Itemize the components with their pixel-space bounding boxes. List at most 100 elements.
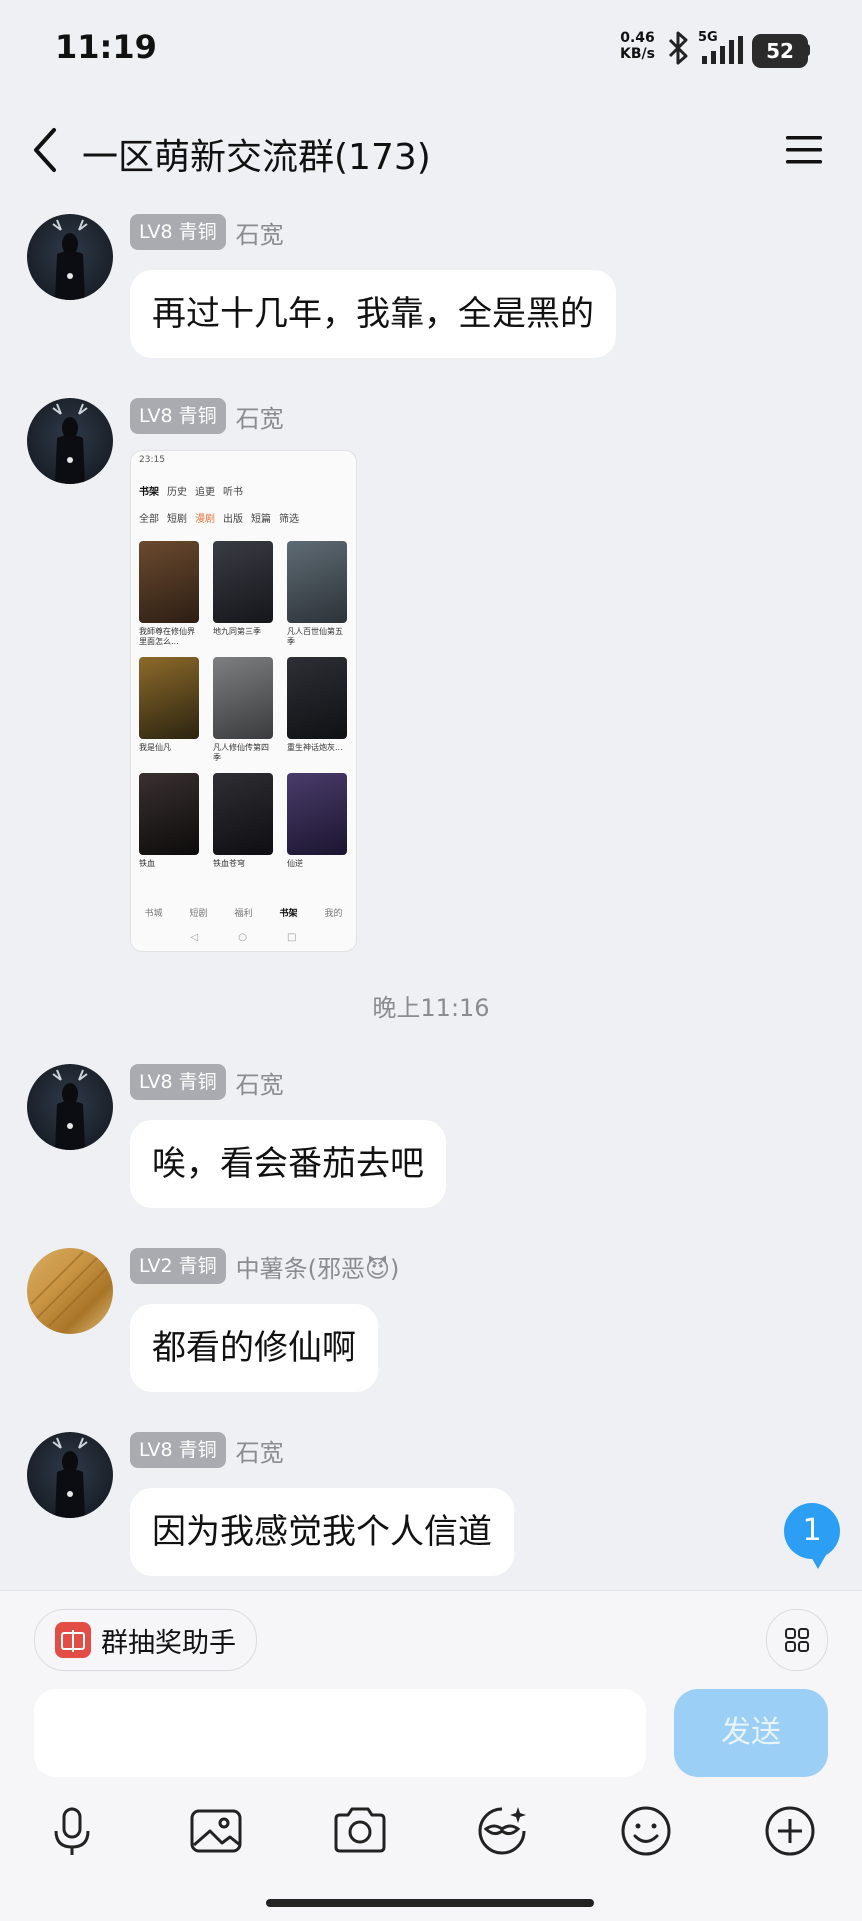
- grid-icon: [785, 1628, 809, 1652]
- message-bubble[interactable]: 唉，看会番茄去吧: [130, 1120, 446, 1208]
- avatar[interactable]: [27, 1432, 113, 1518]
- apps-grid-button[interactable]: [766, 1609, 828, 1671]
- book-title: 凡人百世仙第五季: [287, 627, 343, 646]
- preview-bottom-nav: 书城 短剧 福利 书架 我的: [131, 906, 356, 919]
- preview-filter: 漫剧: [195, 514, 215, 525]
- preview-book-grid: 我師尊在修仙界里面怎么... 地九同第三季 凡人百世仙第五季 我是仙凡 凡人修仙…: [131, 527, 356, 879]
- book-title: 凡人修仙传第四季: [213, 743, 269, 762]
- signal-icon: [702, 36, 743, 64]
- preview-nav-item: 我的: [324, 909, 343, 919]
- book-title: 重生神话炮灰...: [287, 743, 343, 752]
- preview-filter: 短篇: [251, 514, 271, 525]
- sticker-icon[interactable]: [472, 1801, 532, 1861]
- deer-avatar-image: [52, 219, 88, 300]
- lottery-assistant-label: 群抽奖助手: [101, 1627, 236, 1659]
- message-meta: LV8 青铜 石宽: [130, 214, 284, 250]
- preview-tab: 追更: [195, 487, 215, 498]
- book-title: 仙逆: [287, 859, 303, 868]
- preview-filter: 出版: [223, 514, 243, 525]
- emoji-icon[interactable]: [616, 1801, 676, 1861]
- image-icon[interactable]: [186, 1801, 246, 1861]
- sender-name[interactable]: 中薯条(邪恶😈): [236, 1249, 400, 1284]
- preview-book: 仙逆: [287, 773, 347, 879]
- bluetooth-icon: [668, 31, 688, 65]
- avatar[interactable]: [27, 1248, 113, 1334]
- sender-name[interactable]: 石宽: [236, 215, 284, 250]
- book-title: 地九同第三季: [213, 627, 261, 636]
- preview-filters: 全部 短剧 漫剧 出版 短篇 筛选: [131, 508, 356, 527]
- preview-book: 我是仙凡: [139, 657, 199, 763]
- message-input[interactable]: [34, 1689, 646, 1777]
- preview-nav-item: 书城: [144, 909, 163, 919]
- avatar[interactable]: [27, 398, 113, 484]
- book-cover: [139, 657, 199, 739]
- send-button[interactable]: 发送: [674, 1689, 828, 1777]
- lottery-assistant-button[interactable]: 群抽奖助手: [34, 1609, 257, 1671]
- preview-filter: 全部: [139, 514, 159, 525]
- preview-nav-item: 短剧: [189, 909, 208, 919]
- preview-book: 重生神话炮灰...: [287, 657, 347, 763]
- preview-book: 铁血: [139, 773, 199, 879]
- preview-filter: 短剧: [167, 514, 187, 525]
- message-bubble[interactable]: 因为我感觉我个人信道: [130, 1488, 514, 1576]
- image-message[interactable]: 23:15 书架 历史 追更 听书 全部 短剧 漫剧 出版 短篇 筛选 我師尊在…: [130, 450, 357, 952]
- camera-icon[interactable]: [330, 1801, 390, 1861]
- book-title: 铁血: [139, 859, 155, 868]
- preview-tab: 历史: [167, 487, 187, 498]
- back-triangle-icon: ◁: [190, 932, 199, 943]
- book-cover: [139, 541, 199, 623]
- preview-tab: 书架: [139, 487, 159, 498]
- level-badge: LV2 青铜: [130, 1248, 226, 1284]
- preview-tabs: 书架 历史 追更 听书: [131, 481, 356, 500]
- avatar[interactable]: [27, 1064, 113, 1150]
- home-indicator[interactable]: [266, 1899, 594, 1907]
- status-bar: 11:19 0.46 KB/s 5G 52: [0, 0, 862, 100]
- deer-avatar-image: [52, 403, 88, 484]
- deer-avatar-image: [52, 1069, 88, 1150]
- unread-count-badge[interactable]: 1: [784, 1503, 840, 1569]
- book-title: 我師尊在修仙界里面怎么...: [139, 627, 195, 646]
- book-title: 铁血苍穹: [213, 859, 245, 868]
- level-badge: LV8 青铜: [130, 1432, 226, 1468]
- preview-book: 地九同第三季: [213, 541, 273, 647]
- input-toolbar: [0, 1801, 862, 1871]
- message-bubble[interactable]: 再过十几年，我靠，全是黑的: [130, 270, 616, 358]
- preview-status-time: 23:15: [139, 455, 165, 465]
- message-meta: LV8 青铜 石宽: [130, 1432, 284, 1468]
- sender-name[interactable]: 石宽: [236, 1065, 284, 1100]
- book-cover: [213, 541, 273, 623]
- chat-header: 一区萌新交流群(173): [0, 110, 862, 190]
- microphone-icon[interactable]: [42, 1801, 102, 1861]
- preview-book: 铁血苍穹: [213, 773, 273, 879]
- book-title: 我是仙凡: [139, 743, 171, 752]
- avatar[interactable]: [27, 214, 113, 300]
- battery-icon: 52: [752, 34, 808, 68]
- sender-name[interactable]: 石宽: [236, 399, 284, 434]
- preview-filter: 筛选: [279, 514, 299, 525]
- preview-tab: 听书: [223, 487, 243, 498]
- preview-book: 凡人百世仙第五季: [287, 541, 347, 647]
- status-time: 11:19: [55, 28, 157, 66]
- deer-avatar-image: [52, 1437, 88, 1518]
- book-cover: [213, 657, 273, 739]
- network-speed-unit: KB/s: [620, 46, 655, 62]
- preview-book: 我師尊在修仙界里面怎么...: [139, 541, 199, 647]
- preview-system-nav: ◁ ○ □: [131, 932, 356, 943]
- plus-icon[interactable]: [760, 1801, 820, 1861]
- fries-avatar-image: [30, 1251, 108, 1327]
- battery-tip: [806, 44, 810, 56]
- level-badge: LV8 青铜: [130, 1064, 226, 1100]
- gift-icon: [55, 1622, 91, 1658]
- book-cover: [287, 657, 347, 739]
- recents-square-icon: □: [286, 932, 297, 943]
- home-circle-icon: ○: [238, 932, 247, 943]
- chevron-left-icon[interactable]: [28, 126, 62, 174]
- preview-nav-item: 福利: [234, 909, 253, 919]
- input-panel: 群抽奖助手 发送: [0, 1590, 862, 1921]
- sender-name[interactable]: 石宽: [236, 1433, 284, 1468]
- menu-icon[interactable]: [784, 132, 824, 168]
- message-bubble[interactable]: 都看的修仙啊: [130, 1304, 378, 1392]
- book-cover: [287, 773, 347, 855]
- message-meta: LV2 青铜 中薯条(邪恶😈): [130, 1248, 399, 1284]
- message-meta: LV8 青铜 石宽: [130, 1064, 284, 1100]
